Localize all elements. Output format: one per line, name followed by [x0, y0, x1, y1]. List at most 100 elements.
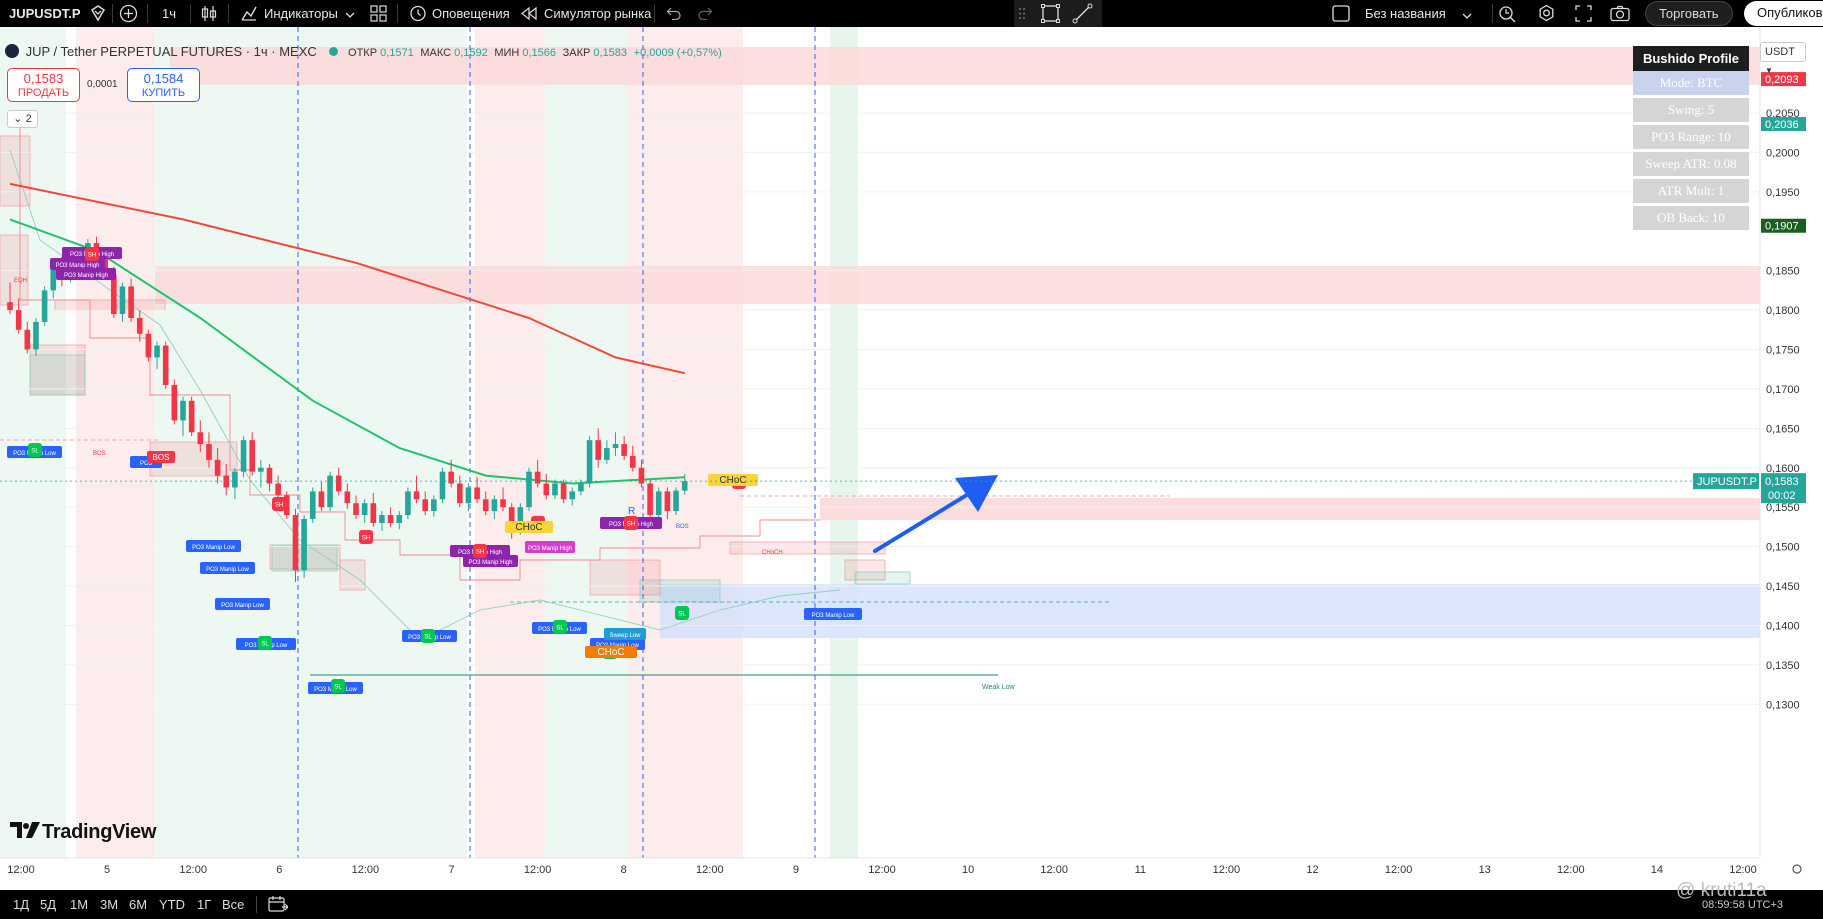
choch-badge: CHoC — [585, 646, 637, 658]
candle-body — [214, 459, 221, 476]
time-axis-label: 9 — [793, 864, 799, 876]
supply-zone — [155, 266, 1760, 304]
po3-low-badge: PO3 Manip Low — [200, 562, 255, 574]
time-axis-label: 12:00 — [1040, 864, 1068, 876]
buy-price: 0,1584 — [143, 71, 184, 86]
choch-badge: CHoC — [505, 521, 553, 533]
r-label: R — [628, 506, 635, 517]
period-1m[interactable]: 1М — [70, 890, 88, 919]
candle-body — [543, 483, 550, 496]
swing-low-badge: SL — [28, 443, 42, 457]
badge-text: BOS — [153, 453, 170, 462]
chevron-down-icon: ⌄ — [13, 113, 23, 125]
indicators-collapse-button[interactable]: ⌄ 2 — [7, 110, 38, 128]
period-1d[interactable]: 1Д — [13, 890, 29, 919]
po3-low-badge: PO3 Manip Low — [804, 608, 862, 620]
trend-line-tool-icon[interactable] — [1072, 3, 1093, 27]
time-axis-bg — [0, 858, 1823, 890]
add-symbol-icon[interactable] — [119, 4, 138, 26]
candle-body — [111, 274, 117, 315]
choch-badge: CHoC — [708, 474, 758, 486]
replay-icon[interactable] — [520, 6, 538, 24]
candle-body — [448, 471, 454, 484]
price-chart[interactable]: Weak Low PO3 Manip High PO3 Manip High PO3 … — [0, 27, 1823, 890]
price-tag: 0,1907 — [1761, 218, 1806, 233]
candle-body — [33, 321, 39, 350]
candle-body — [232, 471, 238, 488]
price-tag-text: 0,1907 — [1765, 221, 1799, 233]
trade-button[interactable]: Торговать — [1645, 1, 1733, 26]
layout-menu-chevron-icon[interactable] — [1462, 9, 1472, 24]
symbol-title[interactable]: JUP / Tether PERPETUAL FUTURES · 1ч · ME… — [26, 44, 317, 59]
badge-text: SL — [556, 626, 564, 632]
time-axis-label: 12:00 — [7, 864, 35, 876]
undo-icon[interactable] — [666, 6, 681, 23]
symbol-search-button[interactable]: JUPUSDT.P — [9, 0, 81, 27]
alert-clock-icon[interactable] — [409, 4, 427, 25]
date-range-icon[interactable] — [268, 896, 289, 916]
camera-snapshot-icon[interactable] — [1610, 5, 1630, 25]
badge-text: PO3 Manip Low — [206, 567, 249, 573]
badge-text: PO3 Manip High — [528, 546, 572, 552]
indicators-button[interactable]: Индикаторы — [264, 0, 338, 27]
currency-selector[interactable]: USDT ▼ — [1760, 42, 1806, 75]
market-status-icon — [329, 47, 339, 56]
replay-button[interactable]: Симулятор рынка — [544, 0, 651, 27]
period-5d[interactable]: 5Д — [40, 890, 56, 919]
alerts-button[interactable]: Оповещения — [432, 0, 510, 27]
period-3m[interactable]: 3М — [100, 890, 118, 919]
quick-search-icon[interactable] — [1498, 4, 1517, 26]
indicator-count: 2 — [25, 113, 32, 125]
candle-body — [405, 491, 411, 516]
symbol-tag-text: JUPUSDT.P — [1697, 476, 1757, 488]
po3-high-badge: PO3 Manip High — [463, 555, 518, 567]
swing-high-badge: SH — [359, 530, 373, 544]
candle-body — [41, 290, 48, 322]
candle-body — [162, 345, 169, 385]
buy-button[interactable]: 0,1584 КУПИТЬ — [127, 68, 200, 102]
supply-zone — [820, 498, 1760, 520]
drag-handle-icon[interactable] — [1018, 7, 1026, 23]
settings-gear-icon[interactable] — [1537, 4, 1556, 26]
candle-body — [422, 499, 428, 512]
sell-button[interactable]: 0,1583 ПРОДАТЬ — [7, 68, 80, 102]
candle-type-icon[interactable] — [200, 4, 218, 26]
candle-body — [15, 310, 22, 330]
indicators-icon[interactable] — [240, 4, 258, 25]
price-axis-label: 0,1650 — [1766, 423, 1800, 435]
badge-text: SL — [424, 635, 432, 641]
period-1y[interactable]: 1Г — [197, 890, 211, 919]
layout-checkbox-icon[interactable] — [1332, 5, 1350, 25]
low-label: МИН — [494, 47, 520, 59]
po3-low-badge: PO3 Manip Low — [186, 540, 241, 552]
time-axis-label: 12:00 — [868, 864, 896, 876]
buy-label: КУПИТЬ — [141, 87, 186, 99]
badge-text: SH — [627, 522, 635, 528]
symbol-info-icon[interactable] — [89, 4, 107, 25]
eqh-label: EQH — [14, 278, 27, 284]
open-value: 0,1571 — [380, 47, 414, 59]
period-ytd[interactable]: YTD — [159, 890, 185, 919]
candle-body — [379, 515, 385, 523]
templates-icon[interactable] — [370, 5, 387, 25]
swing-low-badge: SL — [331, 679, 345, 693]
fullscreen-icon[interactable] — [1575, 5, 1592, 25]
bushido-row-po3-range: PO3 Range: 10 — [1633, 125, 1749, 149]
candle-body — [534, 471, 541, 484]
chevron-down-icon[interactable] — [345, 8, 355, 23]
period-all[interactable]: Все — [222, 890, 244, 919]
candle-body — [387, 515, 394, 523]
period-6m[interactable]: 6М — [129, 890, 147, 919]
candle-body — [664, 491, 671, 512]
publish-button[interactable]: Опубликов — [1744, 1, 1823, 26]
interval-button[interactable]: 1ч — [162, 0, 176, 27]
rectangle-tool-icon[interactable] — [1040, 3, 1061, 27]
high-label: МАКС — [420, 47, 452, 59]
order-block-box — [0, 234, 29, 306]
candle-body — [482, 499, 489, 512]
utc-clock[interactable]: 08:59:58 UTC+3 — [1702, 899, 1783, 911]
redo-icon[interactable] — [698, 6, 713, 23]
price-axis-label: 0,2000 — [1766, 147, 1800, 159]
tradingview-logo[interactable]: TradingView — [10, 821, 156, 844]
layout-name-button[interactable]: Без названия — [1365, 0, 1446, 27]
